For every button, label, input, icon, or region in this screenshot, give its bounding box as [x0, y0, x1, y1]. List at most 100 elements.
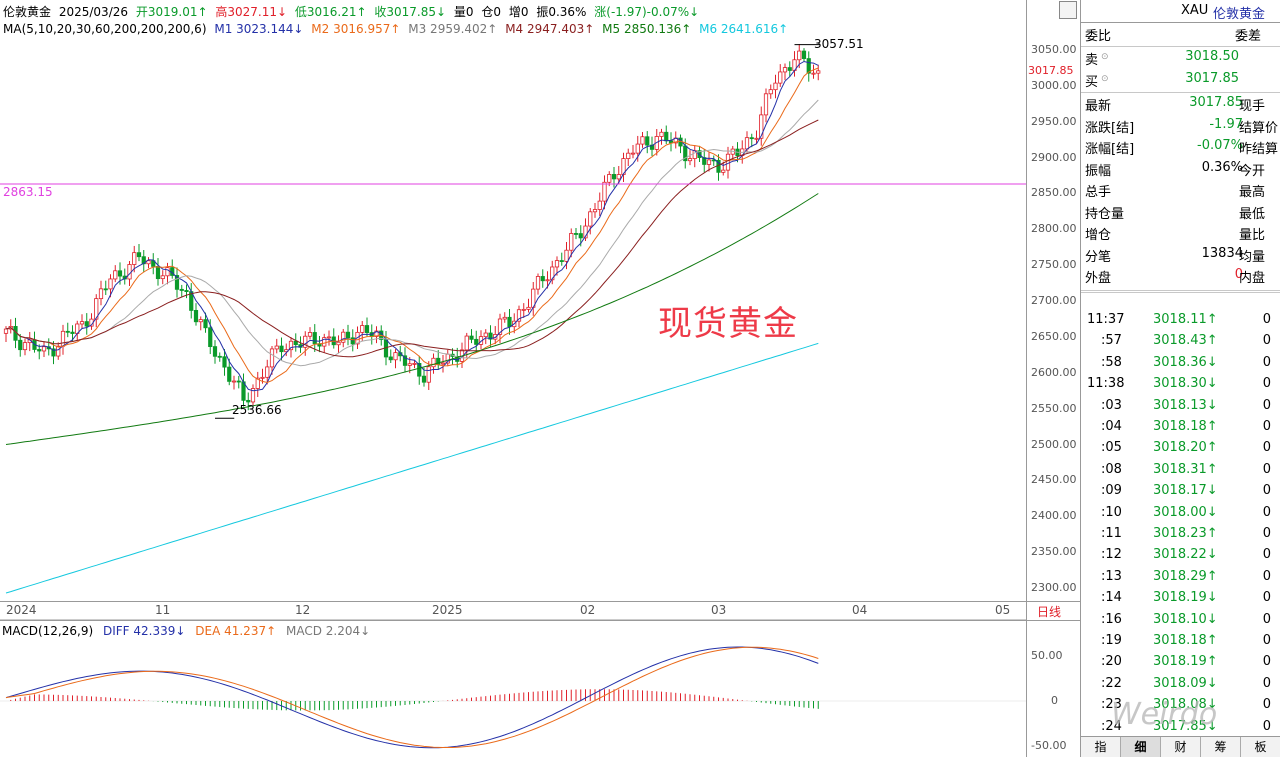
tick-volume: 0	[1262, 675, 1271, 691]
buy-price: 3017.85	[1185, 71, 1239, 86]
candle-body	[326, 336, 332, 339]
candle-body	[279, 345, 284, 353]
panel-header: XAU 伦敦黄金	[1059, 0, 1280, 23]
price-tick: 2450.00	[1031, 473, 1077, 487]
stat-right-label: 内盘	[1239, 271, 1266, 286]
candle-body	[265, 366, 270, 378]
candle-body	[426, 366, 431, 383]
stat-label: 振幅	[1085, 163, 1112, 179]
tick-price: 3018.17↓	[1153, 483, 1218, 499]
low-annotation: 2536.66	[232, 403, 282, 417]
stat-right-label: 今开	[1239, 163, 1266, 179]
panel-instrument-name: 伦敦黄金	[1213, 7, 1266, 22]
candle-body	[564, 249, 569, 262]
tick-time: :03	[1101, 397, 1122, 413]
tick-volume: 0	[1262, 504, 1271, 520]
macd-value: MACD 2.204↓	[285, 624, 371, 638]
watermark-logo: Weirdo	[1111, 697, 1218, 732]
tick-row: :04 3018.18↑ 0	[1081, 419, 1280, 440]
tick-price: 3018.30↓	[1153, 376, 1218, 392]
tick-volume: 0	[1262, 419, 1271, 434]
candle-body	[535, 276, 541, 290]
macd-tick-50: 50.00	[1031, 649, 1063, 662]
candle-body	[246, 399, 251, 403]
tick-volume: 0	[1262, 483, 1271, 499]
candle-body	[502, 316, 507, 320]
candle-body	[293, 340, 298, 346]
candle-body	[521, 308, 526, 311]
high-annotation: 3057.51	[814, 37, 864, 51]
price-tick: 3000.00	[1031, 78, 1077, 92]
panel-tab[interactable]: 板	[1241, 737, 1280, 757]
candle-body	[360, 325, 365, 333]
stat-label: 涨跌[结]	[1085, 120, 1135, 136]
tick-price: 3018.31↑	[1153, 461, 1218, 477]
price-tick: 2700.00	[1031, 294, 1077, 308]
tick-volume: 0	[1262, 397, 1271, 413]
stat-label: 最新	[1085, 99, 1112, 114]
price-tick: 2500.00	[1031, 437, 1077, 451]
candle-body	[664, 131, 669, 142]
tick-volume: 0	[1262, 654, 1271, 670]
candle-body	[607, 174, 612, 183]
candle-body	[388, 356, 393, 361]
watermark-title: 现货黄金	[658, 304, 798, 344]
kline-chart-area[interactable]: 伦敦黄金 2025/03/26 开3019.01↑ 高3027.11↓ 低301…	[0, 0, 1026, 757]
stat-label: 涨幅[结]	[1085, 142, 1135, 157]
tick-time: :04	[1101, 419, 1122, 434]
stat-right-label: 均量	[1239, 249, 1266, 265]
candle-body	[269, 348, 275, 368]
candle-body	[483, 332, 488, 338]
candlestick-chart[interactable]	[0, 0, 1026, 757]
candle-body	[127, 264, 132, 280]
candle-body	[198, 319, 203, 323]
candle-body	[307, 332, 313, 337]
tick-time: :12	[1101, 547, 1122, 563]
candle-body	[659, 131, 664, 137]
candle-body	[37, 349, 42, 352]
candle-body	[744, 137, 750, 150]
candle-body	[179, 288, 184, 291]
x-label-2024: 2024	[6, 603, 37, 617]
price-tick: 2650.00	[1031, 329, 1077, 343]
candle-body	[165, 267, 170, 277]
price-axis: 3050.00 3000.00 2950.00 2900.00 2850.00 2800.…	[1026, 0, 1081, 757]
period-label[interactable]: 日线	[1037, 603, 1061, 620]
stat-right-label: 最低	[1239, 206, 1266, 222]
candle-body	[117, 270, 123, 277]
stat-label: 持仓量	[1085, 206, 1125, 222]
candle-body	[787, 67, 792, 71]
candle-body	[597, 200, 602, 210]
candle-body	[721, 169, 726, 173]
tick-volume: 0	[1262, 440, 1271, 456]
candle-body	[626, 152, 631, 159]
panel-tab[interactable]: 筹	[1201, 737, 1241, 757]
tick-time: :05	[1101, 440, 1122, 456]
stat-row: 涨幅[结] -0.07% 昨结算	[1085, 138, 1280, 159]
panel-toggle-icon[interactable]	[1059, 1, 1077, 19]
panel-tab[interactable]: 细	[1121, 737, 1161, 757]
quote-panel: XAU 伦敦黄金 委比 委差 卖 ⊙ 3018.50 买 ⊙ 3017.85 最…	[1059, 0, 1280, 757]
candle-body	[421, 375, 427, 383]
x-label-03: 03	[711, 603, 727, 617]
stat-row: 涨跌[结] -1.97 结算价	[1085, 117, 1280, 138]
tick-row: :03 3018.13↓ 0	[1081, 398, 1280, 419]
candle-body	[440, 362, 446, 365]
panel-tab[interactable]: 财	[1161, 737, 1201, 757]
stat-row: 总手 最高	[1085, 181, 1280, 202]
candle-body	[155, 266, 161, 280]
price-tick: 2950.00	[1031, 114, 1077, 128]
x-label-11: 11	[155, 603, 171, 617]
panel-tab[interactable]: 指	[1081, 737, 1121, 757]
candle-body	[18, 339, 23, 351]
candle-body	[108, 278, 113, 290]
tick-time: :08	[1101, 461, 1122, 477]
tick-price: 3018.19↓	[1153, 590, 1218, 606]
candle-body	[588, 211, 593, 227]
x-label-02: 02	[580, 603, 596, 617]
stat-label: 分笔	[1085, 249, 1112, 265]
tick-volume: 0	[1262, 354, 1271, 370]
buy-label: 买	[1085, 75, 1099, 90]
tick-row: :08 3018.31↑ 0	[1081, 462, 1280, 483]
tick-price: 3018.11↑	[1153, 312, 1218, 327]
